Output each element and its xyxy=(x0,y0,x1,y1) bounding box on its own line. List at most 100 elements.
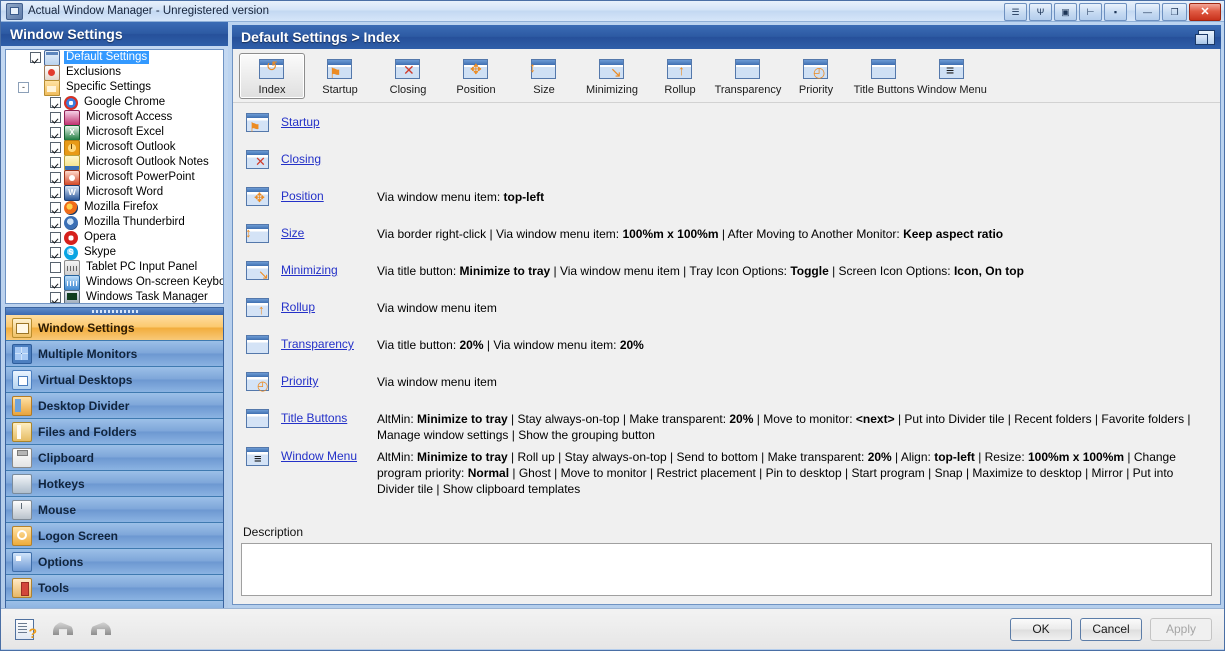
sidebar-item-clipboard[interactable]: Clipboard xyxy=(6,445,223,471)
tree-item[interactable]: Windows On-screen Keyboard xyxy=(6,275,223,290)
row-link-rollup[interactable]: Rollup xyxy=(281,300,377,314)
sidebar-item-logon-screen[interactable]: Logon Screen xyxy=(6,523,223,549)
tree-item-checkbox[interactable] xyxy=(50,247,61,258)
tab-minimizing[interactable]: ↘Minimizing xyxy=(579,53,645,99)
row-link-position[interactable]: Position xyxy=(281,189,377,203)
tree-expander-spacer xyxy=(38,157,49,168)
sidebar-item-multiple-monitors[interactable]: Multiple Monitors xyxy=(6,341,223,367)
row-summary: Via window menu item xyxy=(377,374,1212,390)
settings-toolbar: ↺Index⚑Startup✕Closing✥Position↕Size↘Min… xyxy=(233,49,1220,103)
sidebar-item-virtual-desktops[interactable]: Virtual Desktops xyxy=(6,367,223,393)
tab-label: Minimizing xyxy=(586,85,638,96)
sidebar-item-desktop-divider[interactable]: Desktop Divider xyxy=(6,393,223,419)
sidebar-item-label: Options xyxy=(38,555,83,569)
tree-item-checkbox[interactable] xyxy=(50,127,61,138)
tab-window-menu[interactable]: ≡Window Menu xyxy=(919,53,985,99)
redo-arrow-icon[interactable] xyxy=(89,620,113,638)
tree-item[interactable]: Opera xyxy=(6,230,223,245)
tab-transparency[interactable]: Transparency xyxy=(715,53,781,99)
tree-item-checkbox[interactable] xyxy=(50,292,61,303)
tree-item-checkbox[interactable] xyxy=(50,202,61,213)
tree-item[interactable]: SSkype xyxy=(6,245,223,260)
tree-item-checkbox[interactable] xyxy=(50,172,61,183)
index-row: ↘MinimizingVia title button: Minimize to… xyxy=(241,257,1212,294)
tree-item-checkbox[interactable] xyxy=(50,232,61,243)
row-link-title-buttons[interactable]: Title Buttons xyxy=(281,411,377,425)
tab-startup[interactable]: ⚑Startup xyxy=(307,53,373,99)
tree-item-checkbox[interactable] xyxy=(50,277,61,288)
tree-item[interactable]: Google Chrome xyxy=(6,95,223,110)
tab-rollup[interactable]: ↑Rollup xyxy=(647,53,713,99)
tab-position[interactable]: ✥Position xyxy=(443,53,509,99)
sidebar-item-mouse[interactable]: Mouse xyxy=(6,497,223,523)
row-summary: Via border right-click | Via window menu… xyxy=(377,226,1212,242)
rollup-button[interactable]: ☰ xyxy=(1004,3,1027,21)
tree-item[interactable]: Microsoft PowerPoint xyxy=(6,170,223,185)
tree-item[interactable]: Microsoft Access xyxy=(6,110,223,125)
row-link-closing[interactable]: Closing xyxy=(281,152,377,166)
microsoft-outlook-notes-icon xyxy=(64,155,80,171)
row-link-startup[interactable]: Startup xyxy=(281,115,377,129)
left-panel: Window Settings Default SettingsExclusio… xyxy=(1,22,228,608)
tab-title-buttons[interactable]: Title Buttons xyxy=(851,53,917,99)
opera-icon xyxy=(64,231,78,245)
tree-item[interactable]: Tablet PC Input Panel xyxy=(6,260,223,275)
sidebar-item-window-settings[interactable]: Window Settings xyxy=(6,315,223,341)
settings-tree[interactable]: Default SettingsExclusions-Specific Sett… xyxy=(5,49,224,304)
sidebar-item-hotkeys[interactable]: Hotkeys xyxy=(6,471,223,497)
tree-item-checkbox[interactable] xyxy=(50,97,61,108)
sidebar-item-tools[interactable]: Tools xyxy=(6,575,223,601)
tree-item-checkbox[interactable] xyxy=(30,52,41,63)
tree-expander-icon[interactable]: - xyxy=(18,82,29,93)
tree-item-checkbox[interactable] xyxy=(50,262,61,273)
tree-item[interactable]: Mozilla Firefox xyxy=(6,200,223,215)
minimizing-icon: ↘ xyxy=(245,260,271,284)
sidebar-item-label: Logon Screen xyxy=(38,529,118,543)
cancel-button[interactable]: Cancel xyxy=(1080,618,1142,641)
nav-splitter-grip[interactable] xyxy=(5,307,224,315)
navigation-list: Window SettingsMultiple MonitorsVirtual … xyxy=(5,315,224,608)
application-window: Actual Window Manager - Unregistered ver… xyxy=(0,0,1225,651)
row-link-transparency[interactable]: Transparency xyxy=(281,337,377,351)
row-link-priority[interactable]: Priority xyxy=(281,374,377,388)
tree-item[interactable]: Microsoft Outlook Notes xyxy=(6,155,223,170)
tree-item[interactable]: -Specific Settings xyxy=(6,80,223,95)
close-button[interactable]: ✕ xyxy=(1189,3,1221,21)
tree-item[interactable]: Windows Task Manager xyxy=(6,290,223,304)
nav-expand-more-button[interactable]: » xyxy=(6,601,223,608)
ok-button[interactable]: OK xyxy=(1010,618,1072,641)
transparency-button[interactable]: ▣ xyxy=(1054,3,1077,21)
minimize-to-tray-button[interactable]: ▪ xyxy=(1104,3,1127,21)
undo-arrow-icon[interactable] xyxy=(51,620,75,638)
tree-item[interactable]: XMicrosoft Excel xyxy=(6,125,223,140)
tree-item-label: Mozilla Firefox xyxy=(82,201,160,214)
tab-closing[interactable]: ✕Closing xyxy=(375,53,441,99)
tree-item-checkbox[interactable] xyxy=(50,187,61,198)
tree-item[interactable]: WMicrosoft Word xyxy=(6,185,223,200)
tab-index[interactable]: ↺Index xyxy=(239,53,305,99)
tab-priority[interactable]: ◴Priority xyxy=(783,53,849,99)
restore-button[interactable]: ❐ xyxy=(1162,3,1187,21)
tree-expander-spacer xyxy=(38,277,49,288)
row-link-size[interactable]: Size xyxy=(281,226,377,240)
tree-item-checkbox[interactable] xyxy=(50,112,61,123)
window-title: Actual Window Manager - Unregistered ver… xyxy=(28,5,269,17)
priority-button[interactable]: Ψ xyxy=(1029,3,1052,21)
help-book-icon[interactable]: ? xyxy=(15,618,37,640)
tree-item[interactable]: Exclusions xyxy=(6,65,223,80)
align-button[interactable]: ⊢ xyxy=(1079,3,1102,21)
tab-size[interactable]: ↕Size xyxy=(511,53,577,99)
tree-item[interactable]: Microsoft Outlook xyxy=(6,140,223,155)
cascade-windows-icon[interactable] xyxy=(1198,30,1215,45)
tree-item[interactable]: Mozilla Thunderbird xyxy=(6,215,223,230)
sidebar-item-files-and-folders[interactable]: Files and Folders xyxy=(6,419,223,445)
tree-item[interactable]: Default Settings xyxy=(6,50,223,65)
tree-item-checkbox[interactable] xyxy=(50,217,61,228)
description-input[interactable] xyxy=(241,543,1212,596)
tree-item-checkbox[interactable] xyxy=(50,142,61,153)
row-link-window-menu[interactable]: Window Menu xyxy=(281,449,377,463)
row-link-minimizing[interactable]: Minimizing xyxy=(281,263,377,277)
sidebar-item-options[interactable]: Options xyxy=(6,549,223,575)
minimize-button[interactable]: — xyxy=(1135,3,1160,21)
tree-item-checkbox[interactable] xyxy=(50,157,61,168)
